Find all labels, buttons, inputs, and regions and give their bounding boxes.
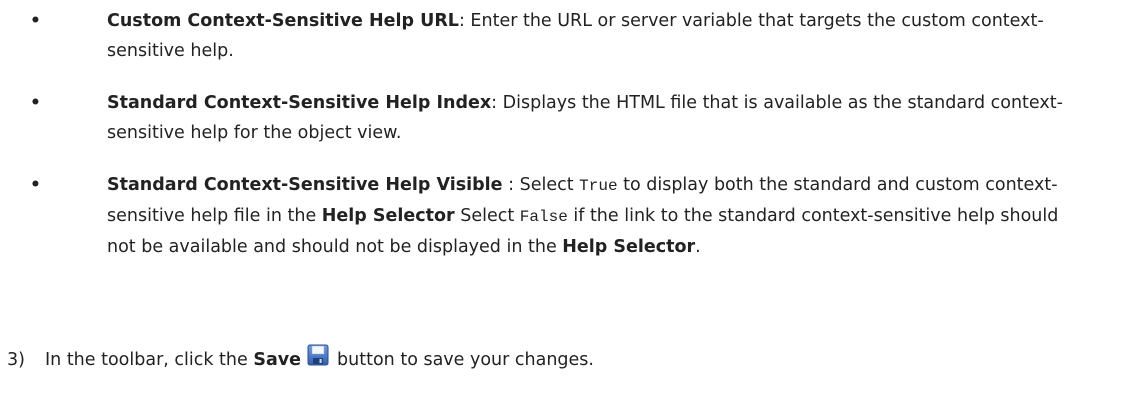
list-item: • Standard Context-Sensitive Help Visibl… [0, 170, 1122, 262]
code-true: True [579, 177, 618, 195]
description-text: Select [454, 206, 520, 226]
step-number: 3) [7, 350, 25, 370]
description-text: . [695, 237, 701, 257]
step-text: button to save your changes. [337, 350, 594, 370]
term-custom-help-url: Custom Context-Sensitive Help URL [107, 11, 459, 31]
help-options-list: • Custom Context-Sensitive Help URL: Ent… [0, 6, 1122, 284]
list-item: • Custom Context-Sensitive Help URL: Ent… [0, 6, 1122, 66]
bullet-icon: • [30, 175, 41, 195]
term-standard-help-index: Standard Context-Sensitive Help Index [107, 93, 492, 113]
step-text: In the toolbar, click the [45, 350, 254, 370]
step-3: 3) In the toolbar, click the Save button … [7, 344, 1107, 375]
bullet-icon: • [30, 93, 41, 113]
help-selector-term: Help Selector [562, 237, 696, 257]
term-standard-help-visible: Standard Context-Sensitive Help Visible [107, 175, 503, 195]
save-icon [307, 344, 329, 366]
save-term: Save [253, 350, 302, 370]
list-item: • Standard Context-Sensitive Help Index:… [0, 88, 1122, 148]
description-text: : Select [502, 175, 580, 195]
document-body: • Custom Context-Sensitive Help URL: Ent… [0, 0, 1122, 394]
help-selector-term: Help Selector [321, 206, 455, 226]
bullet-icon: • [30, 11, 41, 31]
code-false: False [519, 208, 568, 226]
